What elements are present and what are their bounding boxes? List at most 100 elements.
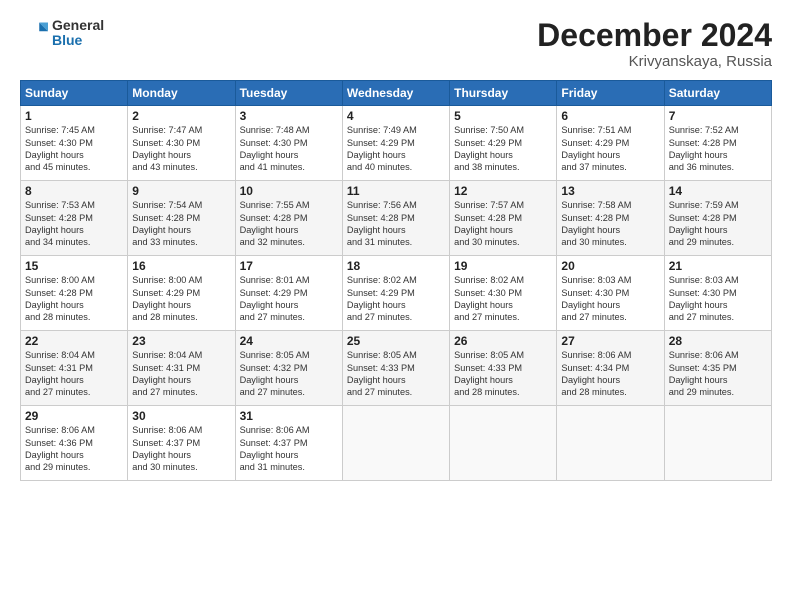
day-number: 16 [132, 259, 230, 273]
logo: General Blue [20, 18, 104, 49]
day-number: 31 [240, 409, 338, 423]
logo-text: General Blue [52, 18, 104, 49]
day-number: 26 [454, 334, 552, 348]
cell-info: Sunrise: 8:02 AM Sunset: 4:30 PM Dayligh… [454, 274, 552, 324]
col-sunday: Sunday [21, 81, 128, 106]
cell-info: Sunrise: 8:02 AM Sunset: 4:29 PM Dayligh… [347, 274, 445, 324]
table-row: 11 Sunrise: 7:56 AM Sunset: 4:28 PM Dayl… [342, 181, 449, 256]
cell-info: Sunrise: 7:55 AM Sunset: 4:28 PM Dayligh… [240, 199, 338, 249]
col-saturday: Saturday [664, 81, 771, 106]
cell-info: Sunrise: 8:06 AM Sunset: 4:35 PM Dayligh… [669, 349, 767, 399]
cell-info: Sunrise: 8:05 AM Sunset: 4:33 PM Dayligh… [347, 349, 445, 399]
col-wednesday: Wednesday [342, 81, 449, 106]
logo-icon [20, 19, 48, 47]
table-row [664, 406, 771, 481]
table-row: 20 Sunrise: 8:03 AM Sunset: 4:30 PM Dayl… [557, 256, 664, 331]
cell-info: Sunrise: 8:06 AM Sunset: 4:37 PM Dayligh… [132, 424, 230, 474]
cell-info: Sunrise: 7:54 AM Sunset: 4:28 PM Dayligh… [132, 199, 230, 249]
calendar-row: 22 Sunrise: 8:04 AM Sunset: 4:31 PM Dayl… [21, 331, 772, 406]
cell-info: Sunrise: 7:52 AM Sunset: 4:28 PM Dayligh… [669, 124, 767, 174]
header-row: Sunday Monday Tuesday Wednesday Thursday… [21, 81, 772, 106]
table-row: 22 Sunrise: 8:04 AM Sunset: 4:31 PM Dayl… [21, 331, 128, 406]
logo-general: General [52, 18, 104, 33]
cell-info: Sunrise: 7:48 AM Sunset: 4:30 PM Dayligh… [240, 124, 338, 174]
day-number: 18 [347, 259, 445, 273]
day-number: 24 [240, 334, 338, 348]
table-row: 31 Sunrise: 8:06 AM Sunset: 4:37 PM Dayl… [235, 406, 342, 481]
day-number: 2 [132, 109, 230, 123]
header: General Blue December 2024 Krivyanskaya,… [20, 18, 772, 70]
day-number: 23 [132, 334, 230, 348]
table-row [450, 406, 557, 481]
day-number: 9 [132, 184, 230, 198]
day-number: 10 [240, 184, 338, 198]
table-row: 24 Sunrise: 8:05 AM Sunset: 4:32 PM Dayl… [235, 331, 342, 406]
col-tuesday: Tuesday [235, 81, 342, 106]
logo-blue: Blue [52, 33, 104, 48]
day-number: 21 [669, 259, 767, 273]
table-row: 18 Sunrise: 8:02 AM Sunset: 4:29 PM Dayl… [342, 256, 449, 331]
title-block: December 2024 Krivyanskaya, Russia [537, 18, 772, 70]
cell-info: Sunrise: 8:03 AM Sunset: 4:30 PM Dayligh… [561, 274, 659, 324]
table-row: 12 Sunrise: 7:57 AM Sunset: 4:28 PM Dayl… [450, 181, 557, 256]
day-number: 1 [25, 109, 123, 123]
table-row [342, 406, 449, 481]
cell-info: Sunrise: 7:51 AM Sunset: 4:29 PM Dayligh… [561, 124, 659, 174]
cell-info: Sunrise: 7:50 AM Sunset: 4:29 PM Dayligh… [454, 124, 552, 174]
table-row: 30 Sunrise: 8:06 AM Sunset: 4:37 PM Dayl… [128, 406, 235, 481]
cell-info: Sunrise: 7:53 AM Sunset: 4:28 PM Dayligh… [25, 199, 123, 249]
day-number: 19 [454, 259, 552, 273]
col-friday: Friday [557, 81, 664, 106]
day-number: 29 [25, 409, 123, 423]
table-row: 21 Sunrise: 8:03 AM Sunset: 4:30 PM Dayl… [664, 256, 771, 331]
cell-info: Sunrise: 8:00 AM Sunset: 4:29 PM Dayligh… [132, 274, 230, 324]
month-title: December 2024 [537, 18, 772, 53]
calendar-row: 29 Sunrise: 8:06 AM Sunset: 4:36 PM Dayl… [21, 406, 772, 481]
cell-info: Sunrise: 8:04 AM Sunset: 4:31 PM Dayligh… [132, 349, 230, 399]
day-number: 13 [561, 184, 659, 198]
day-number: 20 [561, 259, 659, 273]
day-number: 30 [132, 409, 230, 423]
cell-info: Sunrise: 8:05 AM Sunset: 4:32 PM Dayligh… [240, 349, 338, 399]
cell-info: Sunrise: 8:06 AM Sunset: 4:37 PM Dayligh… [240, 424, 338, 474]
cell-info: Sunrise: 7:56 AM Sunset: 4:28 PM Dayligh… [347, 199, 445, 249]
calendar-row: 1 Sunrise: 7:45 AM Sunset: 4:30 PM Dayli… [21, 106, 772, 181]
table-row: 19 Sunrise: 8:02 AM Sunset: 4:30 PM Dayl… [450, 256, 557, 331]
calendar-row: 15 Sunrise: 8:00 AM Sunset: 4:28 PM Dayl… [21, 256, 772, 331]
cell-info: Sunrise: 7:47 AM Sunset: 4:30 PM Dayligh… [132, 124, 230, 174]
table-row: 4 Sunrise: 7:49 AM Sunset: 4:29 PM Dayli… [342, 106, 449, 181]
table-row: 5 Sunrise: 7:50 AM Sunset: 4:29 PM Dayli… [450, 106, 557, 181]
day-number: 14 [669, 184, 767, 198]
cell-info: Sunrise: 8:06 AM Sunset: 4:36 PM Dayligh… [25, 424, 123, 474]
col-thursday: Thursday [450, 81, 557, 106]
day-number: 27 [561, 334, 659, 348]
table-row: 13 Sunrise: 7:58 AM Sunset: 4:28 PM Dayl… [557, 181, 664, 256]
day-number: 4 [347, 109, 445, 123]
table-row: 26 Sunrise: 8:05 AM Sunset: 4:33 PM Dayl… [450, 331, 557, 406]
table-row: 1 Sunrise: 7:45 AM Sunset: 4:30 PM Dayli… [21, 106, 128, 181]
table-row: 23 Sunrise: 8:04 AM Sunset: 4:31 PM Dayl… [128, 331, 235, 406]
page: General Blue December 2024 Krivyanskaya,… [0, 0, 792, 612]
table-row: 7 Sunrise: 7:52 AM Sunset: 4:28 PM Dayli… [664, 106, 771, 181]
day-number: 28 [669, 334, 767, 348]
col-monday: Monday [128, 81, 235, 106]
cell-info: Sunrise: 8:01 AM Sunset: 4:29 PM Dayligh… [240, 274, 338, 324]
day-number: 11 [347, 184, 445, 198]
table-row: 15 Sunrise: 8:00 AM Sunset: 4:28 PM Dayl… [21, 256, 128, 331]
table-row: 17 Sunrise: 8:01 AM Sunset: 4:29 PM Dayl… [235, 256, 342, 331]
day-number: 3 [240, 109, 338, 123]
day-number: 17 [240, 259, 338, 273]
day-number: 6 [561, 109, 659, 123]
cell-info: Sunrise: 7:59 AM Sunset: 4:28 PM Dayligh… [669, 199, 767, 249]
table-row: 10 Sunrise: 7:55 AM Sunset: 4:28 PM Dayl… [235, 181, 342, 256]
day-number: 25 [347, 334, 445, 348]
cell-info: Sunrise: 7:49 AM Sunset: 4:29 PM Dayligh… [347, 124, 445, 174]
table-row [557, 406, 664, 481]
calendar-row: 8 Sunrise: 7:53 AM Sunset: 4:28 PM Dayli… [21, 181, 772, 256]
day-number: 15 [25, 259, 123, 273]
cell-info: Sunrise: 8:00 AM Sunset: 4:28 PM Dayligh… [25, 274, 123, 324]
table-row: 28 Sunrise: 8:06 AM Sunset: 4:35 PM Dayl… [664, 331, 771, 406]
day-number: 12 [454, 184, 552, 198]
cell-info: Sunrise: 8:06 AM Sunset: 4:34 PM Dayligh… [561, 349, 659, 399]
table-row: 25 Sunrise: 8:05 AM Sunset: 4:33 PM Dayl… [342, 331, 449, 406]
